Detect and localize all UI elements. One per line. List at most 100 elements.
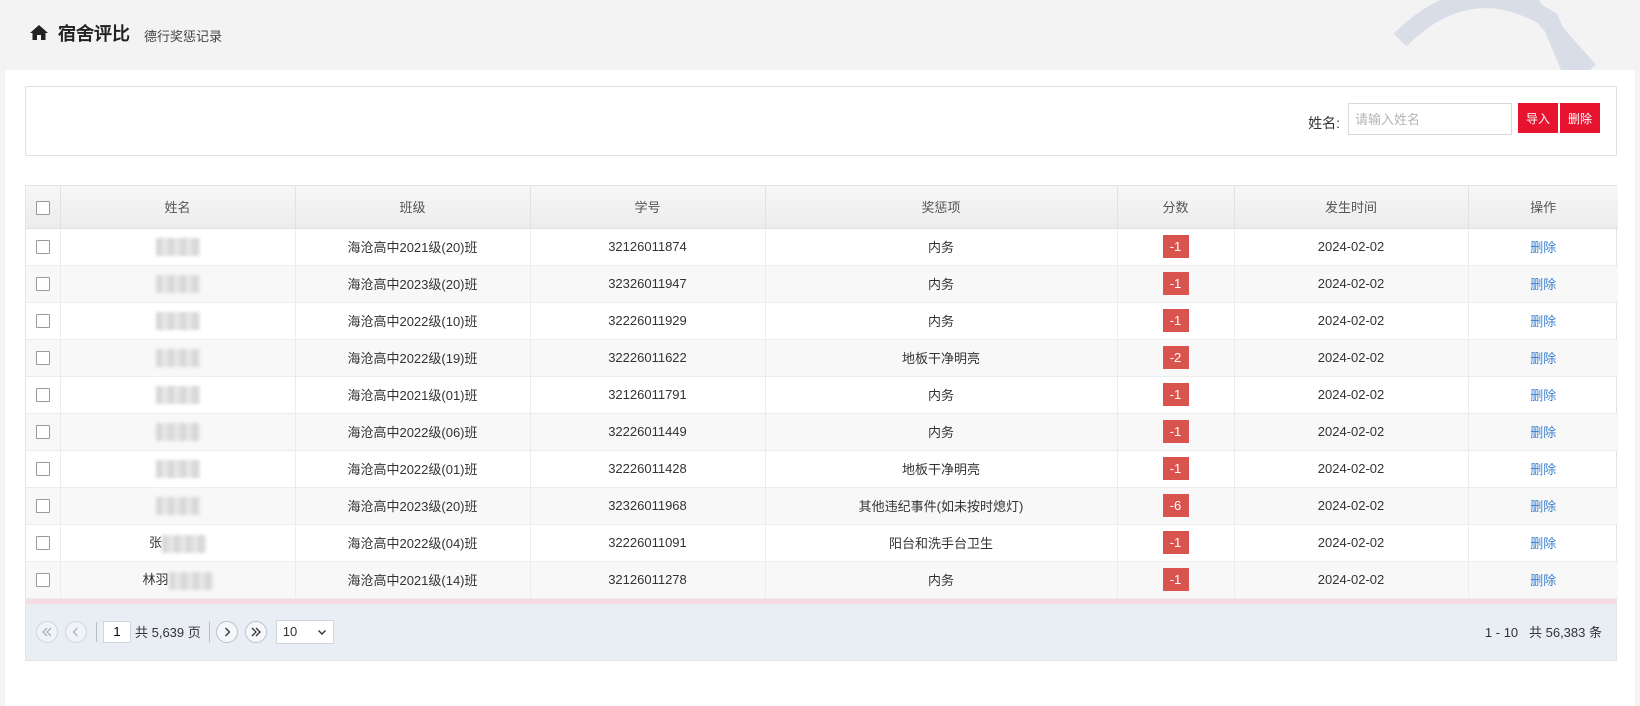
row-delete-link[interactable]: 删除: [1530, 499, 1556, 514]
first-page-button[interactable]: [36, 620, 58, 643]
row-delete-link[interactable]: 删除: [1530, 240, 1556, 255]
student-id-cell: 32226011091: [530, 524, 766, 562]
score-badge: -6: [1162, 494, 1189, 517]
table-row[interactable]: 张 海沧高中2022级(04)班 32226011091 阳台和洗手台卫生 -1 2024…: [26, 524, 1618, 562]
score-badge: -1: [1162, 235, 1189, 258]
score-cell: -1: [1117, 376, 1235, 414]
row-checkbox[interactable]: [35, 240, 50, 255]
table-row[interactable]: 海沧高中2021级(20)班 32126011874 内务 -1 2024-02-02 删…: [26, 228, 1618, 266]
redacted-name-blur: [155, 459, 200, 478]
column-header-item[interactable]: 奖惩项: [765, 186, 1118, 229]
row-delete-link[interactable]: 删除: [1530, 573, 1556, 588]
table-row[interactable]: 林羽 海沧高中2021级(14)班 32126011278 内务 -1 2024-02-0…: [26, 561, 1618, 599]
main-panel: 姓名: 导入 删除 姓名 班级 学号 奖惩项: [5, 70, 1635, 706]
table-row[interactable]: 海沧高中2022级(01)班 32226011428 地板干净明亮 -1 2024-02…: [26, 450, 1618, 488]
row-checkbox[interactable]: [35, 277, 50, 292]
name-cell: [60, 413, 296, 451]
action-cell: 删除: [1468, 228, 1618, 266]
row-checkbox[interactable]: [35, 573, 50, 588]
decorative-bell-icon: [1393, 0, 1596, 80]
row-checkbox[interactable]: [35, 499, 50, 514]
row-delete-link[interactable]: 删除: [1530, 536, 1556, 551]
row-delete-link[interactable]: 删除: [1530, 277, 1556, 292]
row-delete-link[interactable]: 删除: [1530, 388, 1556, 403]
action-cell: 删除: [1468, 524, 1618, 562]
column-header-action: 操作: [1468, 186, 1618, 229]
row-delete-link[interactable]: 删除: [1530, 425, 1556, 440]
record-total: 共 56,383 条: [1529, 625, 1602, 640]
action-cell: 删除: [1468, 339, 1618, 377]
row-checkbox[interactable]: [35, 425, 50, 440]
name-cell: [60, 339, 296, 377]
row-delete-link[interactable]: 删除: [1530, 314, 1556, 329]
name-cell: [60, 302, 296, 340]
table-header-row: 姓名 班级 学号 奖惩项 分数 发生时间 操作: [26, 186, 1618, 229]
column-header-date[interactable]: 发生时间: [1234, 186, 1469, 229]
score-cell: -1: [1117, 524, 1235, 562]
total-pages-text: 共 5,639 页: [135, 625, 201, 640]
row-select-cell: [26, 302, 61, 340]
table-row[interactable]: 海沧高中2022级(10)班 32226011929 内务 -1 2024-02-02 删…: [26, 302, 1618, 340]
action-cell: 删除: [1468, 487, 1618, 525]
score-badge: -1: [1162, 272, 1189, 295]
table-row[interactable]: 海沧高中2022级(06)班 32226011449 内务 -1 2024-02-02 删…: [26, 413, 1618, 451]
item-cell: 其他违纪事件(如未按时熄灯): [765, 487, 1118, 525]
chevron-down-icon: [317, 629, 326, 635]
table-row[interactable]: 海沧高中2023级(20)班 32326011968 其他违纪事件(如未按时熄灯) -…: [26, 487, 1618, 525]
item-cell: 内务: [765, 376, 1118, 414]
page-number-input[interactable]: [103, 620, 131, 643]
item-cell: 内务: [765, 561, 1118, 599]
row-checkbox[interactable]: [35, 314, 50, 329]
class-cell: 海沧高中2022级(01)班: [295, 450, 531, 488]
page-size-select[interactable]: 10: [275, 619, 334, 644]
delete-button[interactable]: 删除: [1560, 103, 1600, 133]
home-icon[interactable]: [28, 22, 50, 44]
name-cell: [60, 376, 296, 414]
name-cell: [60, 265, 296, 303]
name-field-label: 姓名:: [1308, 115, 1340, 131]
column-header-score[interactable]: 分数: [1117, 186, 1235, 229]
row-delete-link[interactable]: 删除: [1530, 351, 1556, 366]
row-select-cell: [26, 524, 61, 562]
last-page-button[interactable]: [244, 620, 267, 643]
row-select-cell: [26, 376, 61, 414]
row-select-cell: [26, 265, 61, 303]
redacted-name-blur: [168, 571, 213, 590]
action-cell: 删除: [1468, 302, 1618, 340]
pager-separator: [96, 621, 97, 642]
score-cell: -2: [1117, 339, 1235, 377]
score-cell: -1: [1117, 450, 1235, 488]
row-checkbox[interactable]: [35, 462, 50, 477]
page-title: 宿舍评比: [58, 24, 130, 44]
name-search-input[interactable]: [1348, 103, 1512, 135]
table-row[interactable]: 海沧高中2023级(20)班 32326011947 内务 -1 2024-02-02 删…: [26, 265, 1618, 303]
next-page-button[interactable]: [215, 620, 238, 643]
select-all-checkbox[interactable]: [35, 200, 50, 215]
row-checkbox[interactable]: [35, 388, 50, 403]
import-button[interactable]: 导入: [1518, 103, 1558, 133]
name-cell: 张: [60, 524, 296, 562]
row-select-cell: [26, 339, 61, 377]
top-header: 宿舍评比 德行奖惩记录: [0, 0, 1640, 80]
student-id-cell: 32226011929: [530, 302, 766, 340]
table-row[interactable]: 海沧高中2021级(01)班 32126011791 内务 -1 2024-02-02 删…: [26, 376, 1618, 414]
row-select-cell: [26, 228, 61, 266]
double-chevron-left-icon: [42, 627, 52, 636]
action-cell: 删除: [1468, 561, 1618, 599]
student-id-cell: 32126011791: [530, 376, 766, 414]
column-header-name[interactable]: 姓名: [60, 186, 296, 229]
row-checkbox[interactable]: [35, 536, 50, 551]
item-cell: 内务: [765, 413, 1118, 451]
student-name: 张: [148, 535, 162, 551]
column-header-class[interactable]: 班级: [295, 186, 531, 229]
column-header-student-id[interactable]: 学号: [530, 186, 766, 229]
class-cell: 海沧高中2021级(01)班: [295, 376, 531, 414]
row-delete-link[interactable]: 删除: [1530, 462, 1556, 477]
score-badge: -1: [1162, 383, 1189, 406]
action-cell: 删除: [1468, 265, 1618, 303]
row-checkbox[interactable]: [35, 351, 50, 366]
prev-page-button[interactable]: [65, 620, 87, 643]
table-row[interactable]: 海沧高中2022级(19)班 32226011622 地板干净明亮 -2 2024-02…: [26, 339, 1618, 377]
row-select-cell: [26, 413, 61, 451]
pagination-bar: 共 5,639 页 10 1 - 10 共 56,383 条: [26, 603, 1616, 660]
